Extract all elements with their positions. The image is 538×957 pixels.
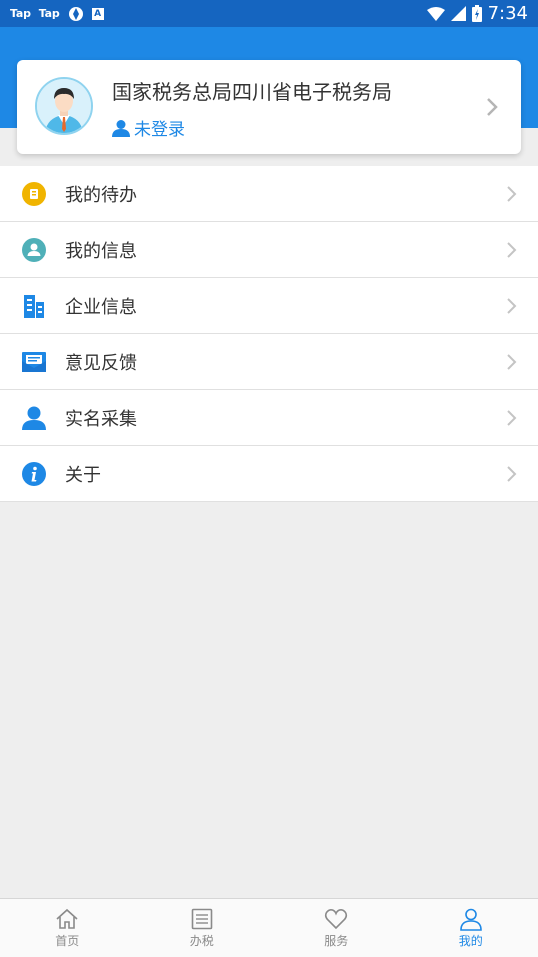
chevron-right-icon	[504, 240, 518, 260]
menu-item-real-name[interactable]: 实名采集	[0, 390, 538, 446]
bottom-nav: 首页 办税 服务 我的	[0, 898, 538, 957]
login-status[interactable]: 未登录	[112, 115, 185, 140]
nav-home[interactable]: 首页	[0, 899, 135, 957]
avatar-person-icon	[37, 79, 91, 133]
nav-mine-label: 我的	[459, 932, 483, 949]
info-icon	[21, 461, 47, 487]
menu-item-label: 意见反馈	[65, 349, 137, 375]
heart-icon	[324, 907, 348, 931]
menu-item-todo[interactable]: 我的待办	[0, 166, 538, 222]
chevron-right-icon	[504, 296, 518, 316]
profile-card[interactable]: 国家税务总局四川省电子税务局 未登录	[17, 60, 521, 154]
clock: 7:34	[488, 3, 528, 24]
chevron-right-icon	[504, 408, 518, 428]
nav-service[interactable]: 服务	[269, 899, 404, 957]
nav-mine[interactable]: 我的	[404, 899, 538, 957]
todo-icon	[21, 181, 47, 207]
chevron-right-icon	[504, 184, 518, 204]
chevron-right-icon	[504, 352, 518, 372]
chevron-right-icon	[481, 94, 503, 120]
aperture-icon	[68, 6, 84, 22]
menu-item-label: 我的信息	[65, 237, 137, 263]
status-bar: Tap Tap A 7:34	[0, 0, 538, 27]
status-bar-system: 7:34	[427, 3, 528, 24]
battery-icon	[472, 5, 482, 22]
menu-item-label: 实名采集	[65, 405, 137, 431]
login-status-label: 未登录	[134, 115, 185, 140]
status-bar-notifications: Tap Tap A	[10, 6, 104, 22]
avatar	[35, 77, 93, 135]
building-icon	[21, 293, 47, 319]
feedback-mail-icon	[21, 349, 47, 375]
person-icon	[21, 405, 47, 431]
menu-item-label: 关于	[65, 461, 101, 487]
user-info-icon	[21, 237, 47, 263]
tap-app-icon: Tap	[39, 7, 60, 20]
menu-item-company-info[interactable]: 企业信息	[0, 278, 538, 334]
list-icon	[190, 907, 214, 931]
user-icon	[112, 119, 130, 137]
nav-tax[interactable]: 办税	[135, 899, 270, 957]
menu-item-label: 企业信息	[65, 293, 137, 319]
tap-app-icon: Tap	[10, 7, 31, 20]
a-notification-icon: A	[92, 8, 104, 20]
menu-item-about[interactable]: 关于	[0, 446, 538, 502]
menu-item-my-info[interactable]: 我的信息	[0, 222, 538, 278]
profile-icon	[459, 907, 483, 931]
home-icon	[55, 907, 79, 931]
signal-icon	[451, 6, 466, 21]
chevron-right-icon	[504, 464, 518, 484]
nav-tax-label: 办税	[190, 932, 214, 949]
menu-item-label: 我的待办	[65, 181, 137, 207]
nav-home-label: 首页	[55, 932, 79, 949]
nav-service-label: 服务	[324, 932, 348, 949]
menu-list: 我的待办 我的信息 企业信息	[0, 166, 538, 502]
wifi-icon	[427, 7, 445, 21]
menu-item-feedback[interactable]: 意见反馈	[0, 334, 538, 390]
org-name: 国家税务总局四川省电子税务局	[112, 76, 392, 105]
